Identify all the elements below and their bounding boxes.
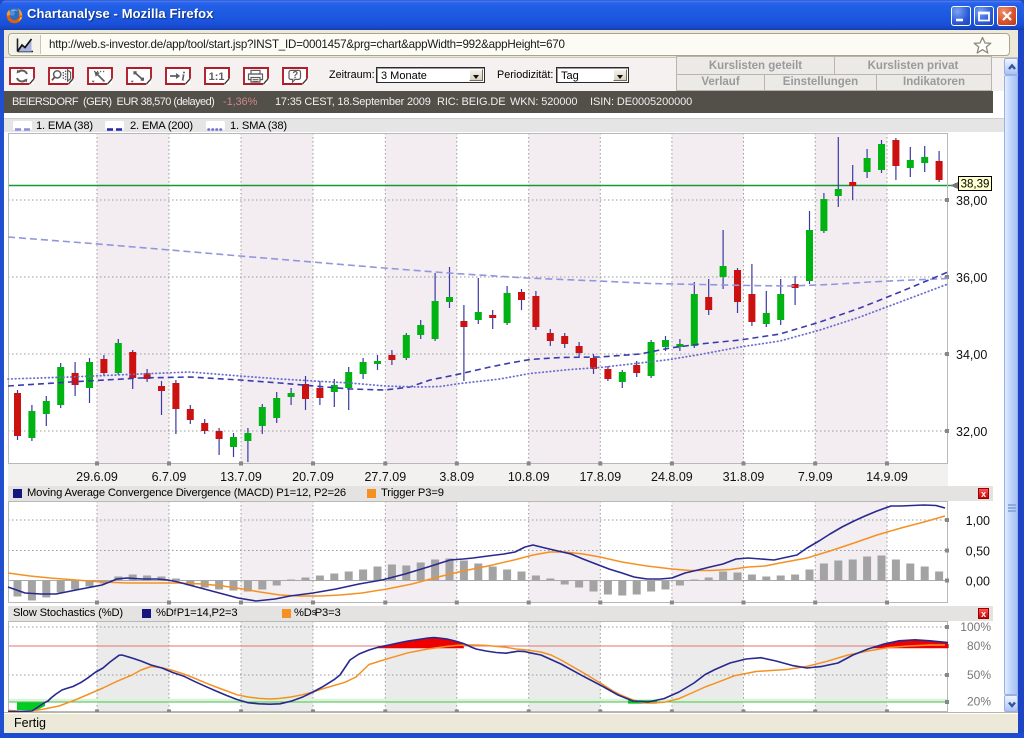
svg-text:34,00: 34,00 [956,348,987,362]
svg-text:24.8.09: 24.8.09 [651,470,693,484]
svg-text:38,00: 38,00 [956,194,987,208]
svg-text:3.8.09: 3.8.09 [439,470,474,484]
svg-text:6.7.09: 6.7.09 [152,470,187,484]
svg-text:17.8.09: 17.8.09 [579,470,621,484]
svg-text:100%: 100% [960,620,991,634]
svg-text:20.7.09: 20.7.09 [292,470,334,484]
svg-text:1:1: 1:1 [209,71,225,83]
svg-text:31.8.09: 31.8.09 [723,470,765,484]
svg-text:29.6.09: 29.6.09 [76,470,118,484]
svg-text:?: ? [292,70,298,81]
svg-text:36,00: 36,00 [956,271,987,285]
svg-text:32,00: 32,00 [956,425,987,439]
svg-text:13.7.09: 13.7.09 [220,470,262,484]
svg-text:10.8.09: 10.8.09 [508,470,550,484]
svg-text:27.7.09: 27.7.09 [364,470,406,484]
svg-text:0,00: 0,00 [966,575,990,589]
svg-text:0,50: 0,50 [966,545,990,559]
svg-text:i: i [182,70,186,84]
svg-text:7.9.09: 7.9.09 [798,470,833,484]
svg-text:50%: 50% [967,668,991,682]
svg-text:14.9.09: 14.9.09 [866,470,908,484]
svg-text:1,00: 1,00 [966,514,990,528]
svg-text:80%: 80% [967,639,991,653]
svg-text:38,39: 38,39 [961,179,990,191]
svg-text:20%: 20% [967,695,991,709]
